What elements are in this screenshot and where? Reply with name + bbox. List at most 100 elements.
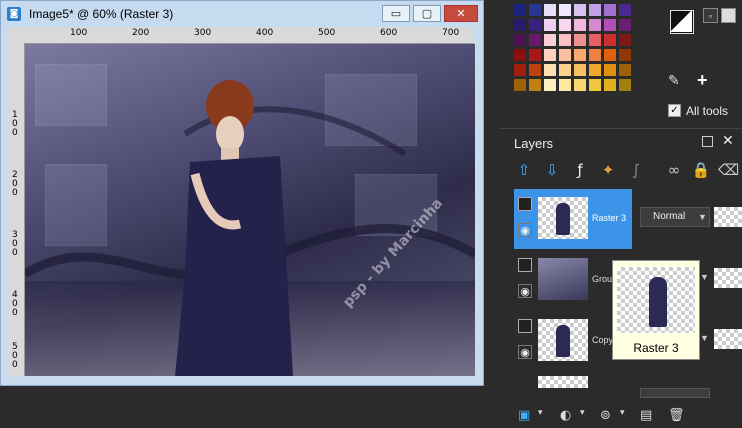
layer-opacity-preview[interactable] bbox=[714, 329, 742, 349]
image-window-titlebar[interactable]: ◙ Image5* @ 60% (Raster 3) ▭ ▢ ✕ bbox=[1, 1, 483, 27]
color-swatch[interactable] bbox=[619, 19, 631, 31]
tooltip-thumbnail bbox=[617, 267, 695, 333]
color-swatch[interactable] bbox=[619, 4, 631, 16]
color-swatch[interactable] bbox=[604, 4, 616, 16]
close-button[interactable]: ✕ bbox=[444, 5, 478, 22]
color-swatch[interactable] bbox=[574, 79, 586, 91]
lock-icon[interactable]: 🔒 bbox=[691, 160, 711, 180]
move-layer-down-icon[interactable]: ⇩ bbox=[542, 160, 562, 180]
layer-type-icon bbox=[518, 197, 532, 211]
color-swatch[interactable] bbox=[529, 49, 541, 61]
color-swatch[interactable] bbox=[529, 64, 541, 76]
color-swatch[interactable] bbox=[604, 49, 616, 61]
color-swatch[interactable] bbox=[589, 19, 601, 31]
color-swatch[interactable] bbox=[574, 34, 586, 46]
color-swatch[interactable] bbox=[559, 4, 571, 16]
color-swatch[interactable] bbox=[574, 49, 586, 61]
eyedropper-icon[interactable]: ✎ bbox=[668, 72, 680, 89]
color-swatch[interactable] bbox=[529, 79, 541, 91]
transparent-toggle[interactable] bbox=[721, 8, 736, 23]
chevron-down-icon[interactable]: ▼ bbox=[698, 207, 710, 227]
color-swatch[interactable] bbox=[619, 79, 631, 91]
color-swatch[interactable] bbox=[604, 79, 616, 91]
color-swatch[interactable] bbox=[544, 49, 556, 61]
maximize-button[interactable]: ▢ bbox=[413, 5, 441, 22]
color-swatch[interactable] bbox=[604, 19, 616, 31]
merge-layers-icon[interactable]: ▤ bbox=[640, 408, 652, 423]
layer-row[interactable] bbox=[514, 372, 632, 388]
color-swatch[interactable] bbox=[544, 34, 556, 46]
color-swatch[interactable] bbox=[544, 79, 556, 91]
color-swatch[interactable] bbox=[574, 19, 586, 31]
color-swatch[interactable] bbox=[529, 4, 541, 16]
mask-icon[interactable]: ◐ bbox=[560, 408, 571, 423]
layer-opacity-preview[interactable] bbox=[714, 207, 742, 227]
ruler-tick-label: 5 0 0 bbox=[12, 342, 18, 370]
color-swatch[interactable] bbox=[619, 49, 631, 61]
new-layer-icon[interactable]: ▣ bbox=[518, 408, 530, 423]
adjustment-layer-icon[interactable]: ⊚ bbox=[600, 408, 611, 423]
layer-opacity-preview[interactable] bbox=[714, 268, 742, 288]
layer-thumbnail bbox=[538, 376, 588, 388]
all-tools-checkbox[interactable]: ✓ bbox=[668, 104, 681, 117]
ruler-tick-label: 700 bbox=[442, 28, 460, 38]
color-swatch[interactable] bbox=[589, 79, 601, 91]
eye-icon[interactable]: ◉ bbox=[518, 223, 532, 237]
eye-icon[interactable]: ◉ bbox=[518, 284, 532, 298]
chevron-down-icon[interactable]: ▾ bbox=[580, 408, 585, 418]
delete-layer-icon[interactable]: ⌫ bbox=[718, 160, 739, 180]
background-color-swatch[interactable] bbox=[670, 10, 692, 32]
chevron-down-icon[interactable]: ▾ bbox=[538, 408, 543, 418]
chevron-down-icon[interactable]: ▼ bbox=[700, 333, 709, 343]
color-swatch[interactable] bbox=[559, 19, 571, 31]
color-swatch[interactable] bbox=[589, 34, 601, 46]
color-swatch[interactable] bbox=[589, 64, 601, 76]
layer-effect-icon[interactable]: ✦ bbox=[598, 160, 618, 180]
color-swatch[interactable] bbox=[619, 64, 631, 76]
chevron-down-icon[interactable]: ▾ bbox=[620, 408, 625, 418]
ruler-tick-label: 500 bbox=[318, 28, 336, 38]
ruler-tick-label: 3 0 0 bbox=[12, 230, 18, 258]
layer-link-disabled-icon[interactable]: ∫ bbox=[626, 160, 646, 180]
color-swatch[interactable] bbox=[514, 34, 526, 46]
ruler-tick-label: 2 0 0 bbox=[12, 170, 18, 198]
color-swatch[interactable] bbox=[589, 49, 601, 61]
close-icon[interactable]: ✕ bbox=[722, 132, 734, 149]
color-swatch[interactable] bbox=[529, 34, 541, 46]
color-swatch[interactable] bbox=[559, 64, 571, 76]
layer-row-raster-3[interactable]: ◉ Raster 3 bbox=[514, 189, 632, 249]
image-canvas[interactable] bbox=[25, 44, 475, 376]
color-swatch[interactable] bbox=[529, 19, 541, 31]
color-swatch[interactable] bbox=[559, 49, 571, 61]
color-swatch[interactable] bbox=[559, 79, 571, 91]
color-swatch[interactable] bbox=[604, 64, 616, 76]
color-swatch[interactable] bbox=[559, 34, 571, 46]
color-swatch[interactable] bbox=[574, 64, 586, 76]
layers-scrollbar[interactable] bbox=[640, 388, 710, 398]
color-swatch[interactable] bbox=[544, 4, 556, 16]
color-swatch[interactable] bbox=[514, 49, 526, 61]
color-swatch[interactable] bbox=[544, 19, 556, 31]
minimize-button[interactable]: ▭ bbox=[382, 5, 410, 22]
color-swatch[interactable] bbox=[574, 4, 586, 16]
canvas-artwork bbox=[25, 80, 475, 376]
ruler-tick-label: 100 bbox=[70, 28, 88, 38]
color-swatch[interactable] bbox=[544, 64, 556, 76]
eye-icon[interactable]: ◉ bbox=[518, 345, 532, 359]
restore-icon[interactable] bbox=[702, 136, 713, 147]
swap-colors-button[interactable]: ▫ bbox=[703, 8, 718, 23]
color-swatch[interactable] bbox=[514, 4, 526, 16]
color-swatch[interactable] bbox=[514, 19, 526, 31]
color-swatch[interactable] bbox=[604, 34, 616, 46]
layer-style-icon[interactable]: ƒ bbox=[570, 160, 590, 180]
add-swatch-icon[interactable]: + bbox=[697, 70, 708, 91]
color-swatch[interactable] bbox=[514, 79, 526, 91]
link-icon[interactable]: ∞ bbox=[664, 160, 684, 180]
move-layer-up-icon[interactable]: ⇧ bbox=[514, 160, 534, 180]
ruler-tick-label: 600 bbox=[380, 28, 398, 38]
chevron-down-icon[interactable]: ▼ bbox=[700, 272, 709, 282]
color-swatch[interactable] bbox=[589, 4, 601, 16]
color-swatch[interactable] bbox=[619, 34, 631, 46]
color-swatch[interactable] bbox=[514, 64, 526, 76]
trash-icon[interactable]: 🗑 bbox=[668, 408, 685, 423]
